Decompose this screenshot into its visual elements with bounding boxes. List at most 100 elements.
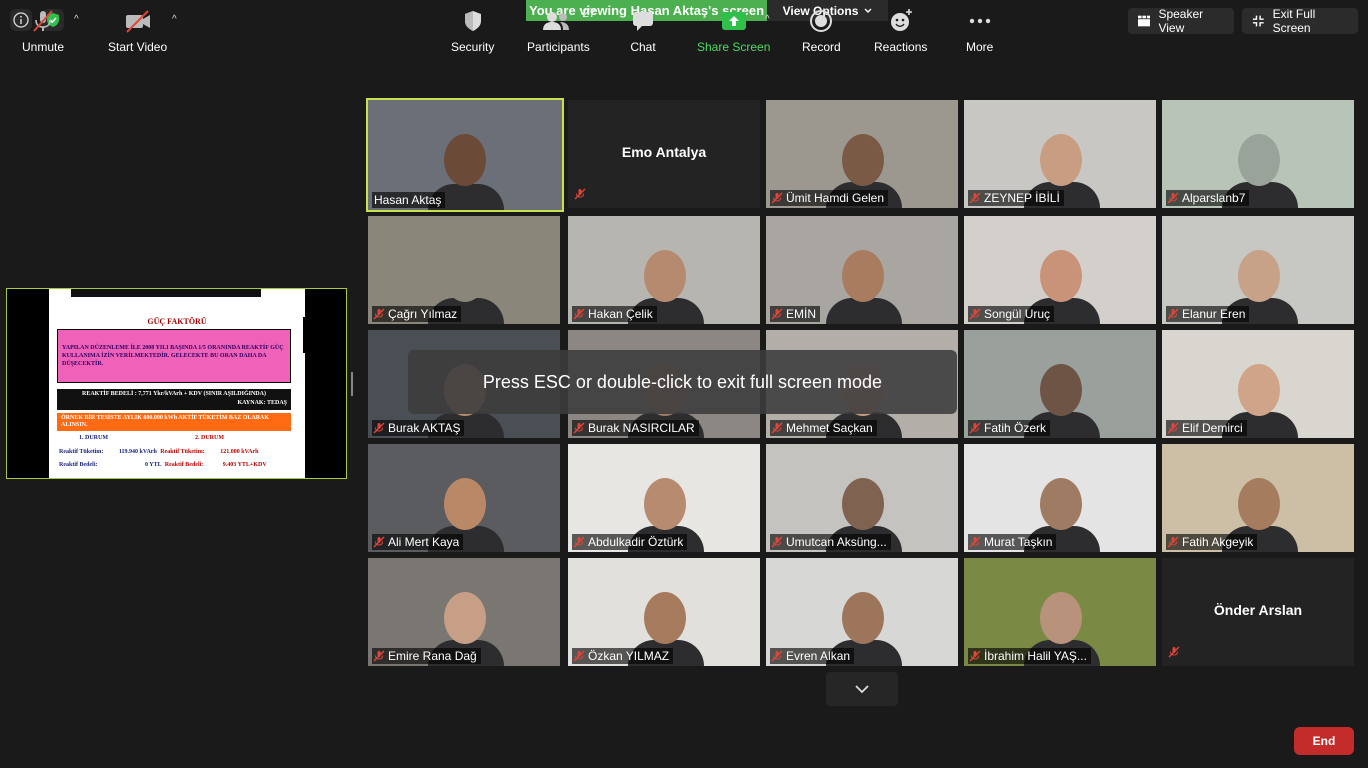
participant-tile[interactable]: Umutcan Aksüng... <box>766 444 958 552</box>
muted-mic-icon <box>573 650 585 662</box>
participant-face <box>444 134 486 186</box>
participant-tile[interactable]: Evren Alkan <box>766 558 958 666</box>
participant-face <box>842 478 884 530</box>
end-meeting-button[interactable]: End <box>1294 727 1354 755</box>
participant-name-tag: ZEYNEP İBİLİ <box>968 190 1064 206</box>
participant-name-tag: Abdulkadir Öztürk <box>572 534 688 550</box>
participant-name-tag: İbrahim Halil YAŞ... <box>968 648 1091 664</box>
shared-screen-view[interactable]: GÜÇ FAKTÖRÜ YAPILAN DÜZENLEME İLE 2008 Y… <box>6 288 347 479</box>
participant-tile[interactable]: Emo Antalya <box>568 100 760 208</box>
video-off-icon <box>125 10 150 33</box>
participant-tile[interactable]: Murat Taşkın <box>964 444 1156 552</box>
participant-tile[interactable]: Fatih Akgeyik <box>1162 444 1354 552</box>
participant-name-label: Burak AKTAŞ <box>388 421 461 435</box>
participant-face <box>644 478 686 530</box>
participant-tile[interactable]: Songül Uruç <box>964 216 1156 324</box>
reactions-button[interactable]: Reactions <box>874 8 927 54</box>
participant-tile[interactable]: Alparslanb7 <box>1162 100 1354 208</box>
audio-options-caret[interactable]: ^ <box>74 14 79 25</box>
shield-icon <box>464 11 481 31</box>
hide-gallery-button[interactable] <box>826 672 898 706</box>
participant-name-label: Hakan Çelik <box>588 307 653 321</box>
security-button[interactable]: Security <box>451 8 494 54</box>
muted-mic-icon <box>1167 308 1179 320</box>
chat-label: Chat <box>630 40 656 54</box>
share-screen-button[interactable]: Share Screen <box>697 8 770 54</box>
participant-name-label: Umutcan Aksüng... <box>786 535 887 549</box>
participant-tile[interactable]: Fatih Özerk <box>964 330 1156 438</box>
participant-name-label: Fatih Akgeyik <box>1182 535 1254 549</box>
participant-name-label: Songül Uruç <box>984 307 1051 321</box>
participant-face <box>1040 134 1082 186</box>
slide-side-block <box>303 317 346 353</box>
more-button[interactable]: More <box>966 8 993 54</box>
muted-mic-icon <box>373 650 385 662</box>
participant-tile[interactable]: Çağrı Yılmaz <box>368 216 560 324</box>
record-icon <box>810 10 833 32</box>
muted-mic-icon <box>373 308 385 320</box>
speaker-view-label: Speaker View <box>1158 7 1204 35</box>
participants-label: Participants <box>527 40 590 54</box>
chevron-down-icon <box>855 685 869 694</box>
participant-tile[interactable]: Elanur Eren <box>1162 216 1354 324</box>
participant-name-tag: Burak NASIRCILAR <box>572 420 699 436</box>
muted-mic-icon <box>771 536 783 548</box>
participant-name-label: Emire Rana Dağ <box>388 649 477 663</box>
share-options-caret[interactable]: ^ <box>765 14 770 25</box>
participant-face <box>842 592 884 644</box>
participant-name-tag: Alparslanb7 <box>1166 190 1250 206</box>
slide-row-2: Reaktif Bedeli: 0 YTL Reaktif Bedeli: 9.… <box>59 462 267 468</box>
participant-tile[interactable]: Abdulkadir Öztürk <box>568 444 760 552</box>
chat-button[interactable]: Chat <box>630 8 656 54</box>
muted-mic-icon <box>771 650 783 662</box>
security-label: Security <box>451 40 495 54</box>
exit-full-screen-hint: Press ESC or double-click to exit full s… <box>408 350 957 414</box>
participant-name-tag: Ümit Hamdi Gelen <box>770 190 889 206</box>
participant-face <box>1040 250 1082 302</box>
muted-mic-icon <box>771 308 783 320</box>
participant-name-display: Emo Antalya <box>621 144 707 160</box>
unmute-button[interactable]: Unmute <box>22 8 64 54</box>
participants-button[interactable]: 27 Participants <box>527 6 596 54</box>
participant-tile[interactable]: Elif Demirci <box>1162 330 1354 438</box>
participants-icon-wrap: 27 <box>538 6 596 34</box>
participant-name-tag: Fatih Akgeyik <box>1166 534 1258 550</box>
participant-name-tag: Çağrı Yılmaz <box>372 306 462 322</box>
participant-tile[interactable]: Özkan YILMAZ <box>568 558 760 666</box>
resize-handle[interactable] <box>351 372 353 396</box>
speaker-view-button[interactable]: Speaker View <box>1128 7 1234 35</box>
participant-face <box>444 478 486 530</box>
participant-name-label: Abdulkadir Öztürk <box>588 535 684 549</box>
record-button[interactable]: Record <box>802 8 841 54</box>
participant-name-label: Evren Alkan <box>786 649 851 663</box>
video-options-caret[interactable]: ^ <box>172 14 177 25</box>
slide-black-text-2: KAYNAK: TEDAŞ <box>237 400 287 406</box>
participant-name-tag: Ali Mert Kaya <box>372 534 464 550</box>
slide-black-box: REAKTİF BEDELİ : 7,771 Ykr/kVArh + KDV (… <box>57 389 291 410</box>
participant-name-label: Çağrı Yılmaz <box>388 307 458 321</box>
participant-face <box>1238 478 1280 530</box>
slide-orange-box: ÖRNEK BİR TESİSTE AYLIK 600.000 kWh AKTİ… <box>57 413 291 431</box>
participant-face <box>444 592 486 644</box>
participant-tile[interactable]: Önder Arslan <box>1162 558 1354 666</box>
participant-name-tag: Elanur Eren <box>1166 306 1250 322</box>
muted-mic-icon <box>771 422 783 434</box>
start-video-label: Start Video <box>108 40 168 54</box>
participant-tile[interactable]: Ali Mert Kaya <box>368 444 560 552</box>
participant-tile[interactable]: EMİN <box>766 216 958 324</box>
slide-row1-right: Reaktif Tüketim: <box>160 449 205 455</box>
participant-tile[interactable]: Ümit Hamdi Gelen <box>766 100 958 208</box>
muted-mic-icon <box>969 308 981 320</box>
participant-tile[interactable]: Hasan Aktaş <box>366 98 564 212</box>
participant-tile[interactable]: Hakan Çelik <box>568 216 760 324</box>
participant-tile[interactable]: ZEYNEP İBİLİ <box>964 100 1156 208</box>
exit-full-screen-button[interactable]: Exit Full Screen <box>1242 7 1358 35</box>
start-video-button[interactable]: Start Video <box>108 8 167 54</box>
participant-face <box>444 250 486 302</box>
muted-mic-icon <box>1167 192 1179 204</box>
participant-tile[interactable]: Emire Rana Dağ <box>368 558 560 666</box>
meeting-toolbar <box>0 712 1368 768</box>
participant-name-tag: Hakan Çelik <box>572 306 657 322</box>
participant-tile[interactable]: İbrahim Halil YAŞ... <box>964 558 1156 666</box>
participant-name-label: Özkan YILMAZ <box>588 649 670 663</box>
